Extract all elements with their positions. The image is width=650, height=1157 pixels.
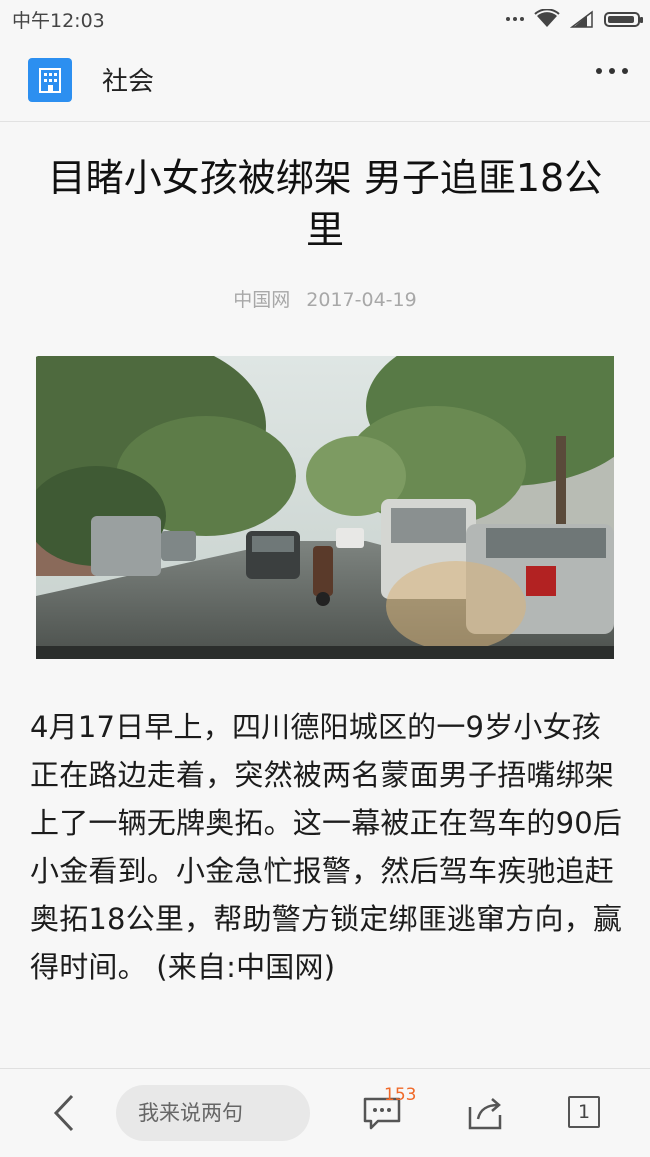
more-dots-icon <box>506 17 524 21</box>
more-horizontal-icon[interactable] <box>596 68 628 74</box>
article-photo[interactable] <box>36 356 614 659</box>
share-icon[interactable] <box>466 1095 504 1131</box>
channel-name: 社会 <box>102 67 155 97</box>
wifi-icon <box>534 9 560 27</box>
article-meta: 中国网 2017-04-19 <box>0 285 650 312</box>
tab-count-button[interactable]: 1 <box>568 1096 600 1128</box>
signal-icon <box>570 10 593 28</box>
article-date: 2017-04-19 <box>306 289 417 311</box>
bottom-bar: 153 1 <box>0 1068 650 1157</box>
status-time: 中午12:03 <box>12 9 105 32</box>
status-icons <box>506 9 643 29</box>
comment-input[interactable] <box>116 1085 310 1141</box>
building-icon <box>28 57 72 102</box>
article-title: 目睹小女孩被绑架 男子追匪18公里 <box>47 156 603 252</box>
article-body: 4月17日早上，四川德阳城区的一9岁小女孩正在路边走着，突然被两名蒙面男子捂嘴绑… <box>30 710 623 984</box>
comment-count-badge: 153 <box>384 1085 417 1105</box>
article-source: 中国网 <box>233 289 291 311</box>
battery-icon <box>604 11 643 27</box>
status-bar: 中午12:03 <box>0 0 650 38</box>
chevron-left-icon[interactable] <box>46 1093 82 1133</box>
app-header: 社会 <box>0 38 650 122</box>
